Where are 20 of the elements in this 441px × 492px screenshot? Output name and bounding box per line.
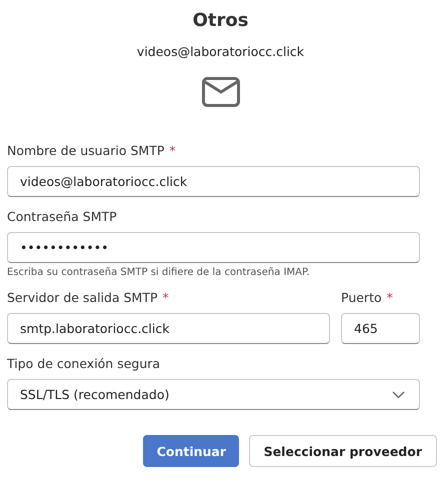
hint-text: Escriba su contraseña SMTP si difiere de la contraseña IMAP.: [7, 267, 311, 278]
field-label: Nombre de usuario SMTP: [7, 143, 164, 158]
chevron-down-icon: [392, 390, 405, 398]
select-provider-button[interactable]: Seleccionar proveedor: [248, 435, 437, 467]
account-email: videos@laboratoriocc.click: [136, 44, 306, 59]
field-label: Puerto: [341, 290, 382, 305]
username-field[interactable]: videos@laboratoriocc.click: [7, 166, 420, 197]
continue-button[interactable]: Continuar: [142, 435, 239, 467]
envelope-icon: [202, 77, 240, 107]
field-label: Tipo de conexión segura: [7, 356, 160, 371]
security-dropdown[interactable]: SSL/TLS (recomendado): [7, 379, 420, 410]
required-mark: *: [386, 290, 393, 305]
required-mark: *: [162, 290, 169, 305]
server-field[interactable]: smtp.laboratoriocc.click: [7, 313, 330, 344]
required-mark: *: [169, 143, 176, 158]
field-label: Servidor de salida SMTP: [7, 290, 158, 305]
password-field[interactable]: ••••••••••••: [7, 232, 420, 263]
dialog-title: Otros: [192, 9, 250, 33]
field-label: Contraseña SMTP: [7, 209, 117, 224]
port-field[interactable]: 465: [341, 313, 420, 344]
